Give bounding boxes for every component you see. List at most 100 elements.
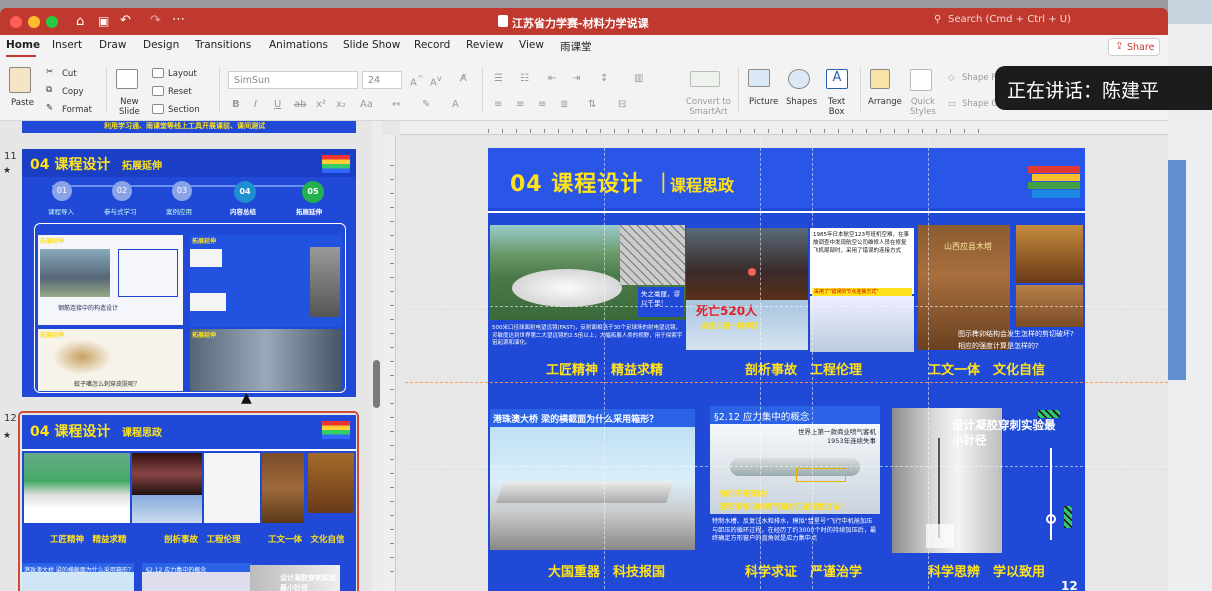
italic-icon[interactable]: I (254, 99, 257, 110)
cut-icon[interactable]: ✂ (46, 67, 53, 77)
quick-styles-icon[interactable] (910, 69, 932, 91)
font-color-icon[interactable]: A (452, 99, 459, 110)
box-title: 设计凝胶穿刺实验最小针径 (280, 574, 336, 591)
minimize-window-button[interactable] (28, 16, 40, 28)
increase-indent-icon[interactable]: ⇥ (572, 73, 580, 84)
format-painter-button[interactable]: Format (62, 105, 92, 115)
numbering-icon[interactable]: ☷ (520, 73, 529, 84)
section-icon[interactable] (152, 104, 164, 114)
bold-icon[interactable]: B (232, 99, 240, 110)
tab-view[interactable]: View (519, 39, 544, 51)
layout-icon[interactable] (152, 68, 164, 78)
align-center-icon[interactable]: ≡ (516, 99, 524, 110)
align-left-icon[interactable]: ≡ (494, 99, 502, 110)
section-button[interactable]: Section (168, 105, 200, 115)
subscript-icon[interactable]: x₂ (336, 99, 346, 110)
textbox-button[interactable]: Text Box (828, 97, 845, 117)
decrease-indent-icon[interactable]: ⇤ (548, 73, 556, 84)
more-icon[interactable]: ⋯ (172, 12, 185, 27)
redo-icon[interactable]: ↷ (150, 13, 161, 28)
reset-icon[interactable] (152, 86, 164, 96)
hinge-circle (1046, 514, 1056, 524)
tab-home[interactable]: Home (6, 39, 40, 51)
font-size-select[interactable]: 24 (362, 71, 402, 89)
arrange-icon[interactable] (870, 69, 890, 89)
justify-icon[interactable]: ≣ (560, 99, 568, 110)
thumbnail-slide-11[interactable]: 04 课程设计 拓展延伸 01 02 03 04 05 课程导入 参与式学习 案… (22, 149, 356, 397)
thumbnail-slide-10[interactable]: 利用学习通、雨课堂等线上工具开展课前、课间测试 (22, 121, 356, 133)
paste-label[interactable]: Paste (11, 98, 34, 108)
save-icon[interactable]: ▣ (98, 14, 109, 28)
mouse-cursor-icon: ▲ (241, 390, 252, 406)
slide-thumbnails-pane: 利用学习通、雨课堂等线上工具开展课前、课间测试 11 ★ 04 课程设计 拓展延… (0, 121, 372, 591)
tab-animations[interactable]: Animations (269, 39, 328, 51)
undo-icon[interactable]: ↶ (120, 13, 131, 28)
sidebar-scrollbar-thumb[interactable] (373, 360, 380, 408)
sidebar-scrollbar-track[interactable] (372, 121, 382, 591)
strikethrough-icon[interactable]: ab (294, 99, 306, 110)
columns-icon[interactable]: ▥ (634, 73, 643, 84)
character-spacing-icon[interactable]: ↔ (392, 99, 400, 110)
tab-record[interactable]: Record (414, 39, 450, 51)
quick-styles-button[interactable]: Quick Styles (910, 97, 936, 117)
fast-photo (24, 453, 130, 523)
underline-icon[interactable]: U (274, 99, 281, 110)
new-slide-button[interactable]: New Slide (119, 97, 140, 117)
new-slide-icon[interactable] (116, 69, 138, 89)
close-window-button[interactable] (10, 16, 22, 28)
increase-font-icon[interactable]: A^ (410, 73, 424, 88)
bullets-icon[interactable]: ☰ (494, 73, 503, 84)
shape-fill-icon[interactable]: ◇ (948, 73, 955, 83)
copy-button[interactable]: Copy (62, 87, 84, 97)
paste-icon[interactable] (9, 67, 31, 93)
smartart-icon[interactable] (690, 71, 720, 87)
shape-outline-icon[interactable]: ▭ (948, 99, 956, 109)
shape-fill-button[interactable]: Shape F (962, 73, 996, 83)
header-rule (22, 449, 356, 451)
arrange-button[interactable]: Arrange (868, 97, 902, 107)
tab-slide-show[interactable]: Slide Show (343, 39, 400, 51)
step-circle: 02 (112, 181, 132, 201)
change-case-icon[interactable]: Aa (360, 99, 373, 110)
format-painter-icon[interactable]: ✎ (46, 103, 53, 113)
convert-smartart-button[interactable]: Convert to SmartArt (686, 97, 731, 117)
tab-review[interactable]: Review (466, 39, 503, 51)
decrease-font-icon[interactable]: Av (430, 73, 442, 88)
zoom-window-button[interactable] (46, 16, 58, 28)
shapes-icon[interactable] (788, 69, 810, 89)
cut-button[interactable]: Cut (62, 69, 77, 79)
thumbnail-slide-12[interactable]: 04 课程设计 课程思政 工匠精神 精益求精 剖析事故 工程伦理 工文一体 文化… (22, 415, 356, 591)
box-title: 拓展延伸 (192, 238, 217, 245)
tab-transitions[interactable]: Transitions (195, 39, 251, 51)
share-button[interactable]: ⇪ Share (1108, 38, 1160, 56)
line-spacing-icon[interactable]: ↕ (600, 73, 608, 84)
tab-design[interactable]: Design (143, 39, 179, 51)
copy-icon[interactable]: ⧉ (46, 85, 52, 95)
main-slide[interactable]: 04 课程设计 | 课程思政 失之毫厘，谬以千里！ 500米口径球面射电望远镜(… (488, 148, 1085, 591)
fire-spot (748, 268, 756, 276)
diagram-box (118, 249, 178, 297)
home-icon[interactable]: ⌂ (76, 14, 84, 29)
text-direction-icon[interactable]: ⇅ (588, 99, 596, 110)
align-text-icon[interactable]: ⊟ (618, 99, 626, 110)
accident-highlight: 采用了"错误的节点连接方式" (812, 288, 912, 296)
font-name-select[interactable]: SimSun (228, 71, 358, 89)
rebar-panel (190, 235, 342, 327)
shapes-button[interactable]: Shapes (786, 97, 817, 107)
highlight-icon[interactable]: ✎ (422, 99, 430, 110)
search-input[interactable]: Search (Cmd + Ctrl + U) (948, 14, 1071, 25)
textbox-icon[interactable]: A (826, 69, 848, 89)
step-label: 拓展延伸 (296, 208, 322, 216)
tab-yuketang[interactable]: 雨课堂 (560, 39, 592, 54)
superscript-icon[interactable]: x² (316, 99, 326, 110)
align-right-icon[interactable]: ≡ (538, 99, 546, 110)
tab-insert[interactable]: Insert (52, 39, 82, 51)
gel-block (926, 524, 954, 548)
picture-button[interactable]: Picture (749, 97, 778, 107)
picture-icon[interactable] (748, 69, 770, 87)
reset-button[interactable]: Reset (168, 87, 192, 97)
layout-button[interactable]: Layout (168, 69, 197, 79)
tab-draw[interactable]: Draw (99, 39, 126, 51)
shape-outline-button[interactable]: Shape O (962, 99, 998, 109)
clear-format-icon[interactable]: A̸ (460, 73, 467, 84)
